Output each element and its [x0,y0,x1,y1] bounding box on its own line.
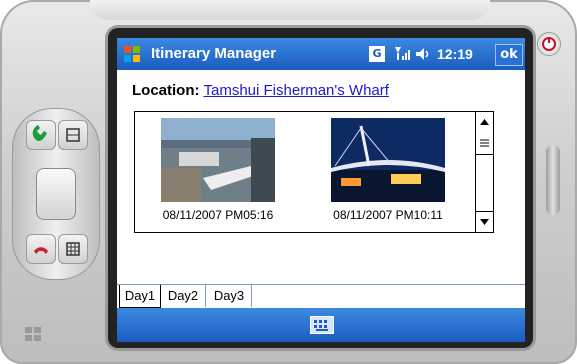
scroll-thumb[interactable] [476,132,493,155]
ok-button[interactable]: ok [495,44,523,66]
side-slider[interactable] [546,145,560,215]
softkey-left-button[interactable] [58,120,88,150]
clock[interactable]: 12:19 [437,46,473,62]
location-label: Location: [132,82,200,99]
device-top-edge [90,0,490,20]
dpad-center-button[interactable] [36,168,76,220]
photo-gallery: 08/11/2007 PM05:16 08/11/2007 PM10:11 [134,111,494,233]
network-type-badge: G [369,46,385,62]
menu-bar [117,308,525,342]
location-link[interactable]: Tamshui Fisherman's Wharf [204,82,389,99]
end-call-button[interactable] [26,234,56,264]
title-bar: Itinerary Manager G 12:19 ok [117,38,525,70]
end-call-icon [34,247,48,254]
volume-icon[interactable] [414,45,432,66]
scroll-up-button[interactable] [476,112,493,133]
softkey-right-button[interactable] [58,234,88,264]
power-icon[interactable] [538,33,560,55]
call-icon [32,125,47,141]
app-title: Itinerary Manager [151,45,277,62]
keyboard-icon[interactable] [310,316,334,334]
tab-day2[interactable]: Day2 [161,285,206,307]
tab-day3[interactable]: Day3 [207,285,252,307]
signal-icon[interactable] [393,44,411,65]
scroll-down-button[interactable] [476,211,493,232]
windows-logo-icon[interactable] [122,44,142,64]
location-line: Location: Tamshui Fisherman's Wharf [132,82,389,99]
photo-caption: 08/11/2007 PM10:11 [333,208,443,222]
tab-day1[interactable]: Day1 [119,285,161,308]
photo-thumbnail[interactable] [161,118,275,202]
vertical-scrollbar[interactable] [475,112,493,232]
photo-thumbnail[interactable] [331,118,445,202]
device-screen: Itinerary Manager G 12:19 ok Location: Ta… [117,38,525,342]
call-button[interactable] [26,120,56,150]
photo-caption: 08/11/2007 PM05:16 [162,208,274,222]
day-tabs: Day1 Day2 Day3 [117,284,525,309]
pocket-pc-device: Itinerary Manager G 12:19 ok Location: Ta… [0,0,577,364]
hardware-button-cluster [12,108,100,280]
windows-flag-hardware-icon [24,326,42,346]
